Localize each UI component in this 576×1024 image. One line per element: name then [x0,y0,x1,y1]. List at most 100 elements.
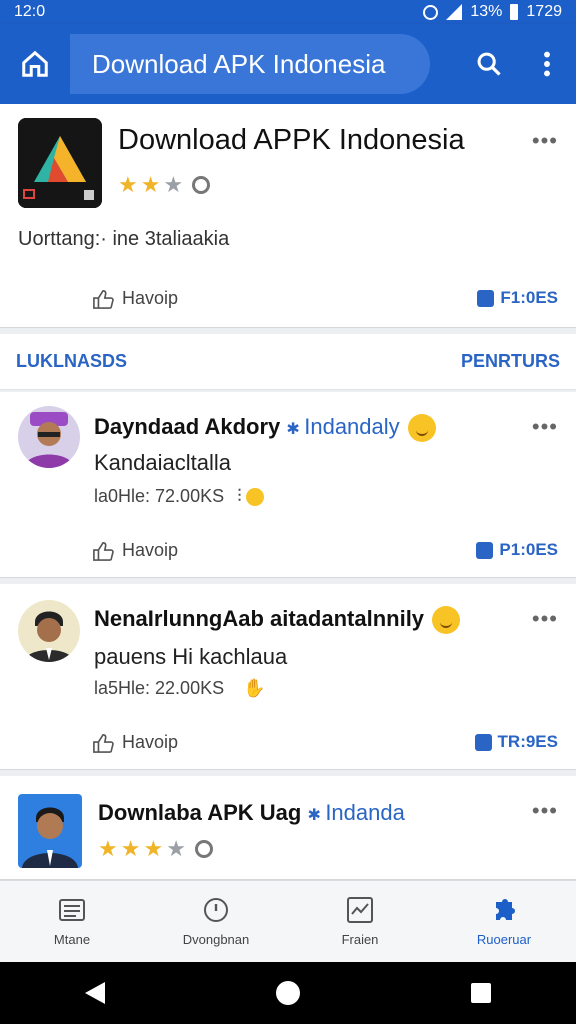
avatar[interactable] [18,794,82,868]
like-button[interactable]: Havoip [92,288,178,309]
back-icon[interactable] [85,982,106,1004]
signal-icon [446,4,463,20]
section-right-link[interactable]: PENRTURS [461,351,560,372]
puzzle-icon [490,896,518,924]
rating-stars: ★ ★ ★ ★ [98,836,213,862]
share-label: TR:9ES [497,732,558,751]
system-navigation [0,962,576,1024]
post-tag[interactable]: Indanda [325,800,405,825]
post-meta-text: la5Hle: 22.00KS [94,678,225,698]
nav-item-mtane[interactable]: Mtane [0,881,144,962]
card-overflow-button[interactable]: ••• [532,128,558,154]
avatar[interactable] [18,406,80,468]
post-card[interactable]: Dayndaad Akdory ✱ Indandaly ••• Kandaiac… [0,392,576,578]
smile-emoji-icon [432,606,461,635]
avatar[interactable] [18,600,80,662]
smile-emoji-icon [407,414,436,443]
like-label: Havoip [122,288,179,308]
share-icon [477,289,495,307]
nav-label: Mtane [53,932,91,947]
post-meta: la0Hle: 72.00KS ⫶ [94,486,264,507]
app-card-title: Download APPK Indonesia [118,124,465,156]
share-button[interactable]: P1:0ES [476,540,558,560]
post-subtitle: Kandaiacltalla [94,450,231,475]
share-label: F1:0ES [500,288,558,307]
like-label: Havoip [122,732,179,752]
app-title: Download APK Indonesia [70,34,430,94]
chart-icon [346,896,374,924]
status-time: 12:0 [14,3,46,20]
share-label: P1:0ES [499,540,558,559]
share-icon [476,541,494,559]
post-author: Dayndaad Akdory ✱ Indandaly [94,414,436,443]
post-author-name: Dayndaad Akdory [94,414,281,439]
app-description: Uorttang:· ine 3taliaakia [18,228,230,250]
status-bar: 12:0 13% 1729 [0,0,576,24]
nav-label: Dvongbnan [182,932,250,947]
post-author: NenaIrlunngAab aitadantalnnily [94,606,461,635]
home-button[interactable] [0,24,70,104]
app-icon [18,118,102,208]
home-circle-icon[interactable] [275,981,300,1005]
home-icon [22,50,48,77]
share-button[interactable]: F1:0ES [477,288,558,308]
post-overflow-button[interactable]: ••• [532,414,558,440]
thumbs-up-icon [93,289,114,309]
nav-label: Fraien [341,932,379,947]
star-empty-icon: ★ [166,836,186,861]
list-icon [58,896,86,924]
post-overflow-button[interactable]: ••• [532,798,558,824]
like-label: Havoip [122,540,179,560]
badge-icon [194,840,213,858]
recents-icon[interactable] [470,983,491,1003]
post-author-name: Downlaba APK Uag [98,800,302,825]
app-logo-icon [18,118,102,208]
nav-item-fraien[interactable]: Fraien [288,881,432,962]
post-meta-text: la0Hle: 72.00KS [94,486,225,506]
more-vert-icon [544,51,550,77]
badge-icon [192,176,211,194]
thumbs-up-icon [93,541,114,561]
hand-icon: ✋ [243,678,266,698]
emoji-reaction-icon: ⫶ [237,486,264,507]
search-button[interactable] [460,24,518,104]
more-options-button[interactable] [518,24,576,104]
post-author-name: NenaIrlunngAab aitadantalnnily [94,606,425,631]
alarm-icon [423,4,439,20]
app-bar: Download APK Indonesia [0,24,576,104]
search-icon [477,52,501,76]
post-card[interactable]: NenaIrlunngAab aitadantalnnily ••• pauen… [0,584,576,770]
post-tag[interactable]: Indandaly [304,414,399,439]
star-icon: ★ [120,836,141,861]
star-empty-icon: ★ [163,172,184,197]
star-icon: ★ [143,836,164,861]
battery-icon [510,4,519,20]
nav-label: Ruoeruar [476,932,532,947]
nav-item-ruoeruar[interactable]: Ruoeruar [432,881,576,962]
thumbs-up-icon [93,733,114,753]
like-button[interactable]: Havoip [92,732,178,753]
share-button[interactable]: TR:9ES [474,732,558,752]
avatar-image [18,794,82,868]
section-header: LUKLNASDS PENRTURS [0,334,576,390]
status-clock: 1729 [526,3,562,20]
like-button[interactable]: Havoip [92,540,178,561]
share-icon [474,733,492,751]
clock-icon [202,896,230,924]
post-card[interactable]: Downlaba APK Uag ✱ Indanda ••• ★ ★ ★ ★ [0,776,576,880]
app-card[interactable]: Download APPK Indonesia ★ ★ ★ ••• Uortta… [0,104,576,328]
battery-percent: 13% [470,3,503,20]
rating-stars: ★ ★ ★ [118,172,211,198]
nav-item-dvongbnan[interactable]: Dvongbnan [144,881,288,962]
avatar-image [18,600,80,662]
post-author: Downlaba APK Uag ✱ Indanda [98,800,405,826]
post-overflow-button[interactable]: ••• [532,606,558,632]
bottom-navigation: Mtane Dvongbnan Fraien Ruoeruar [0,880,576,962]
star-icon: ★ [140,172,161,197]
tag-star-icon: ✱ [307,807,326,824]
post-subtitle: pauens Hi kachlaua [94,644,288,669]
avatar-image [18,406,80,468]
status-icons: 13% 1729 [423,3,562,21]
star-icon: ★ [98,836,118,861]
section-left-link[interactable]: LUKLNASDS [16,351,127,372]
